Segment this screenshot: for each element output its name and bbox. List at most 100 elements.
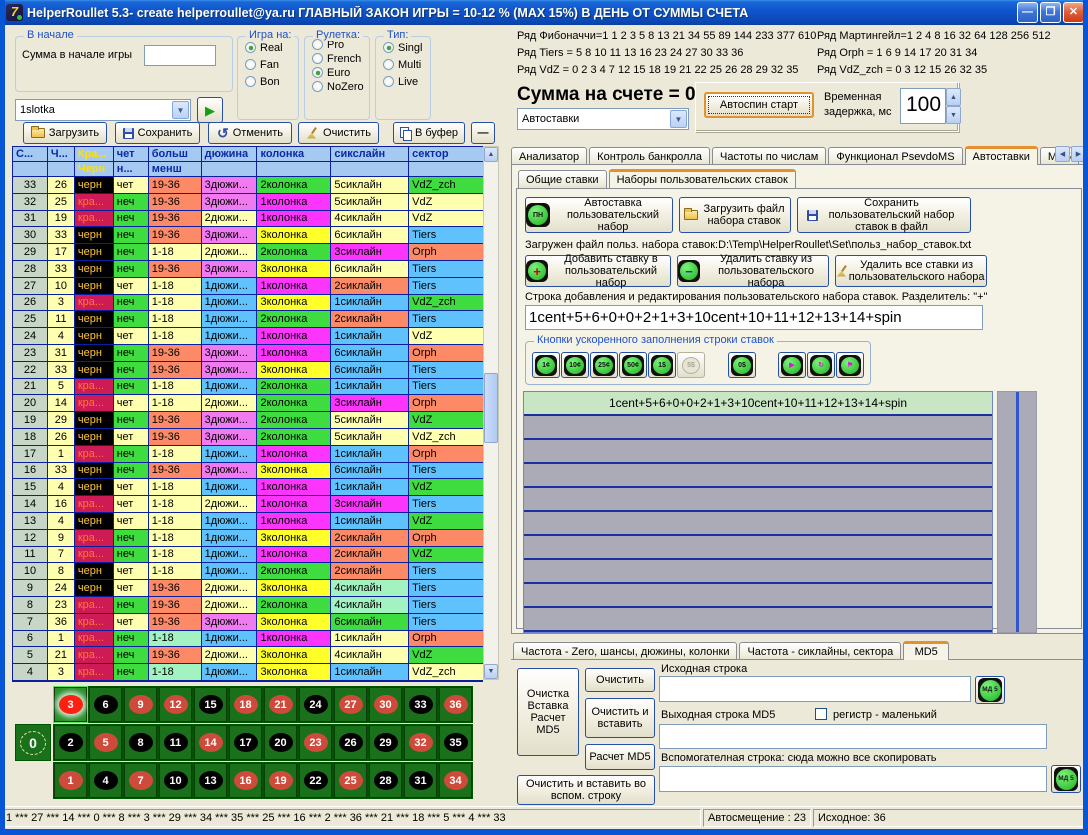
roulette-cell-9[interactable]: 9 (123, 686, 158, 723)
chip-button-50¢[interactable]: 50¢ (619, 352, 647, 378)
bet-set-list[interactable]: 1cent+5+6+0+0+2+1+3+10cent+10+11+12+13+1… (523, 391, 993, 633)
roulette-cell-19[interactable]: 19 (263, 762, 298, 799)
tab-md5-bottom[interactable]: MD5 (903, 641, 949, 660)
add-bet-button[interactable]: + Добавить ставку в пользовательский наб… (525, 255, 671, 287)
bet-list-empty-row[interactable] (524, 536, 992, 560)
chip-button[interactable]: 1$ (648, 352, 676, 378)
tab-analyzer[interactable]: Анализатор (511, 147, 587, 165)
table-row[interactable]: 215кра...неч1-181дюжи...2колонка1сиклайн… (13, 379, 483, 396)
table-row[interactable]: 1633черннеч19-363дюжи...3колонка6сиклайн… (13, 463, 483, 480)
bet-list-empty-row[interactable] (524, 608, 992, 632)
table-scrollbar-thumb[interactable] (484, 373, 498, 443)
chip-respin-icon[interactable]: ↻ (807, 352, 835, 378)
roulette-cell-33[interactable]: 33 (403, 686, 438, 723)
bet-list-empty-row[interactable] (524, 440, 992, 464)
chip-misc-icon[interactable]: ⚑ (836, 352, 864, 378)
roulette-cell-14[interactable]: 14 (193, 724, 228, 761)
roulette-cell-31[interactable]: 31 (403, 762, 438, 799)
spin-down-icon[interactable]: ▼ (946, 106, 961, 124)
radio-real[interactable]: Real (245, 42, 298, 54)
clear-button[interactable]: Очистить (298, 122, 379, 144)
bet-list-empty-row[interactable] (524, 416, 992, 440)
roulette-cell-25[interactable]: 25 (333, 762, 368, 799)
roulette-cell-21[interactable]: 21 (263, 686, 298, 723)
run-preset-button[interactable]: ▶ (197, 97, 223, 123)
md5-calc-button[interactable]: Расчет MD5 (585, 744, 655, 770)
maximize-button[interactable]: ❐ (1040, 2, 1061, 23)
tab-number-frequencies[interactable]: Частоты по числам (712, 147, 826, 165)
roulette-cell-3[interactable]: 3 (53, 686, 88, 723)
undo-button[interactable]: ↺Отменить (208, 122, 292, 144)
roulette-cell-24[interactable]: 24 (298, 686, 333, 723)
tab-freq-sixlines-sectors[interactable]: Частота - сиклайны, сектора (739, 642, 901, 660)
roulette-cell-26[interactable]: 26 (333, 724, 368, 761)
roulette-cell-22[interactable]: 22 (298, 762, 333, 799)
delay-spinner-value[interactable]: 100 (900, 88, 946, 124)
roulette-cell-35[interactable]: 35 (438, 724, 473, 761)
roulette-cell-6[interactable]: 6 (88, 686, 123, 723)
preset-combobox[interactable]: 1slotka ▼ (15, 99, 191, 121)
minimize-button[interactable]: — (1017, 2, 1038, 23)
roulette-cell-36[interactable]: 36 (438, 686, 473, 723)
roulette-zero[interactable]: 0 (15, 724, 51, 761)
scroll-down-icon[interactable]: ▼ (484, 664, 498, 679)
bet-list-empty-row[interactable] (524, 560, 992, 584)
load-bet-file-button[interactable]: Загрузить файл набора ставок (679, 197, 791, 233)
table-row[interactable]: 3033черннеч19-363дюжи...3колонка6сиклайн… (13, 227, 483, 244)
table-row[interactable]: 924чернчет19-362дюжи...3колонка4сиклайнT… (13, 580, 483, 597)
table-row[interactable]: 2833черннеч19-363дюжи...3колонка6сиклайн… (13, 261, 483, 278)
roulette-cell-8[interactable]: 8 (123, 724, 158, 761)
table-row[interactable]: 2014кра...чет1-182дюжи...2колонка3сиклай… (13, 395, 483, 412)
table-row[interactable]: 823кра...неч19-362дюжи...2колонка4сиклай… (13, 597, 483, 614)
roulette-cell-16[interactable]: 16 (228, 762, 263, 799)
bet-list-empty-row[interactable] (524, 512, 992, 536)
chip-button-10¢[interactable]: 10¢ (561, 352, 589, 378)
table-row[interactable]: 129кра...неч1-181дюжи...3колонка2сиклайн… (13, 530, 483, 547)
md5-clear-button[interactable]: Очистить (585, 668, 655, 692)
tab-prev-icon[interactable]: ◀ (1055, 146, 1070, 162)
md5-aux-input[interactable] (659, 766, 1047, 792)
table-row[interactable]: 244чернчет1-181дюжи...1колонка1сиклайнVd… (13, 328, 483, 345)
table-row[interactable]: 2710чернчет1-181дюжи...1колонка2сиклайнT… (13, 278, 483, 295)
radio-euro[interactable]: Euro (312, 67, 369, 79)
roulette-cell-28[interactable]: 28 (368, 762, 403, 799)
table-row[interactable]: 3225кра...неч19-363дюжи...1колонка5сикла… (13, 194, 483, 211)
roulette-cell-7[interactable]: 7 (123, 762, 158, 799)
table-row[interactable]: 3119кра...неч19-362дюжи...1колонка4сикла… (13, 211, 483, 228)
roulette-cell-15[interactable]: 15 (193, 686, 228, 723)
chip-button[interactable]: 50¢ (619, 352, 647, 378)
autobet-user-set-button[interactable]: ПН Автоставка пользовательский набор (525, 197, 673, 233)
md5-output-input[interactable] (659, 724, 1047, 749)
spin-up-icon[interactable]: ▲ (946, 88, 961, 106)
tab-freq-zero-chances[interactable]: Частота - Zero, шансы, дюжины, колонки (513, 642, 737, 660)
tab-psevdoms[interactable]: Функционал PsevdoMS (828, 147, 962, 165)
chip-button-0$[interactable]: 0$ (728, 352, 756, 378)
table-scrollbar[interactable]: ▲ ▼ (483, 146, 499, 680)
tab-next-icon[interactable]: ▶ (1071, 146, 1086, 162)
radio-fan[interactable]: Fan (245, 59, 298, 71)
md5-clear-and-paste-button[interactable]: Очистить и вставить (585, 698, 655, 738)
table-row[interactable]: 171кра...неч1-181дюжи...1колонка1сиклайн… (13, 446, 483, 463)
roulette-cell-12[interactable]: 12 (158, 686, 193, 723)
md5-source-input[interactable] (659, 676, 971, 702)
bet-list-item[interactable]: 1cent+5+6+0+0+2+1+3+10cent+10+11+12+13+1… (524, 392, 992, 416)
roulette-cell-20[interactable]: 20 (263, 724, 298, 761)
md5-clear-paste-aux-button[interactable]: Очистить и вставить во вспом. строку (517, 775, 655, 805)
tab-common-bets[interactable]: Общие ставки (518, 170, 607, 188)
bet-string-input[interactable] (525, 305, 983, 330)
chip-button[interactable]: 1¢ (532, 352, 560, 378)
chip-button[interactable]: 0$ (728, 352, 756, 378)
roulette-cell-2[interactable]: 2 (53, 724, 88, 761)
roulette-cell-27[interactable]: 27 (333, 686, 368, 723)
chip-play-button[interactable]: ▶ (778, 352, 806, 378)
to-buffer-button[interactable]: В буфер (393, 122, 465, 144)
close-button[interactable]: ✕ (1063, 2, 1084, 23)
roulette-cell-4[interactable]: 4 (88, 762, 123, 799)
radio-bon[interactable]: Bon (245, 76, 298, 88)
delete-all-bets-button[interactable]: Удалить все ставки из пользовательского … (835, 255, 987, 287)
lowercase-checkbox[interactable] (815, 708, 827, 720)
table-row[interactable]: 3326чернчет19-363дюжи...2колонка5сиклайн… (13, 177, 483, 194)
chevron-down-icon[interactable]: ▼ (172, 101, 189, 119)
roulette-cell-18[interactable]: 18 (228, 686, 263, 723)
chip-misc-button[interactable]: ⚑ (836, 352, 864, 378)
